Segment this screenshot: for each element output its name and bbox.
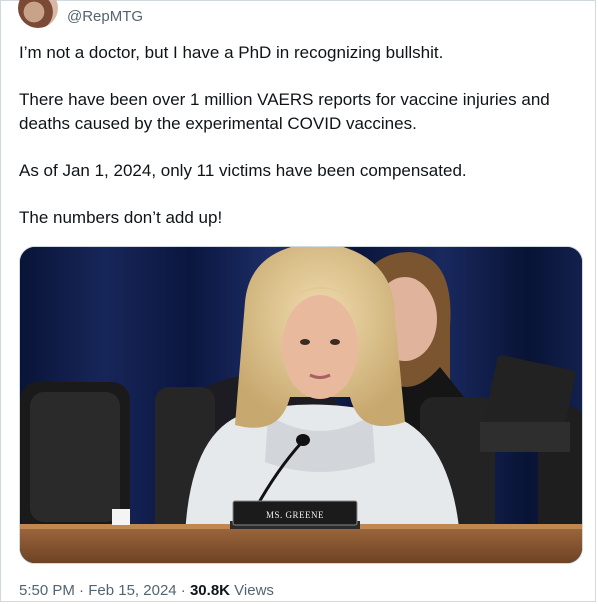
views-count[interactable]: 30.8K [190,582,230,599]
author-handle[interactable]: @RepMTG [67,8,143,25]
tweet-media-image[interactable]: MS. GREENE [19,246,583,564]
tweet-meta: 5:50 PM · Feb 15, 2024 · 30.8K Views [19,582,274,599]
tweet-time[interactable]: 5:50 PM [19,582,75,599]
tweet-paragraph: I’m not a doctor, but I have a PhD in re… [19,43,444,62]
tweet-paragraph: The numbers don’t add up! [19,208,223,227]
separator-dot: · [180,582,186,599]
tweet-text: I’m not a doctor, but I have a PhD in re… [19,41,579,253]
tweet-paragraph: As of Jan 1, 2024, only 11 victims have … [19,161,467,180]
separator-dot: · [79,582,85,599]
views-label: Views [234,582,274,599]
hearing-photo: MS. GREENE [20,247,582,563]
nameplate-text: MS. GREENE [266,510,324,520]
tweet-date[interactable]: Feb 15, 2024 [88,582,176,599]
tweet-paragraph: There have been over 1 million VAERS rep… [19,90,555,133]
